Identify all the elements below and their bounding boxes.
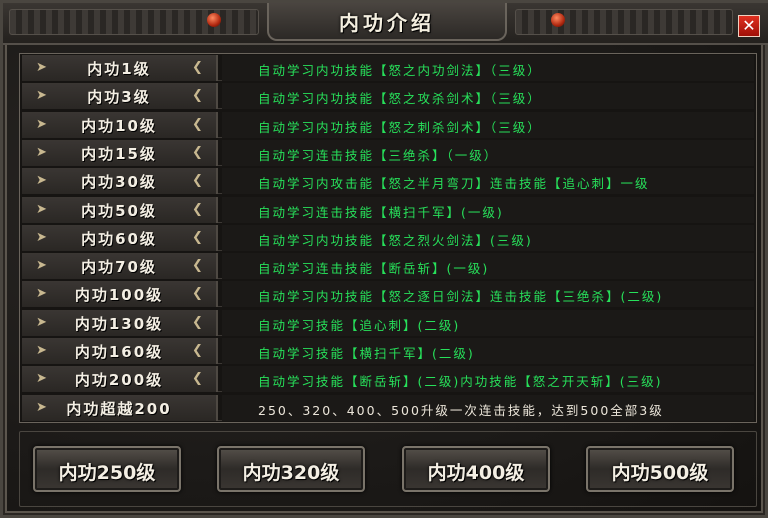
skill-level-table: ➤ 内功1级 ❮ 自动学习内功技能【怒之内功剑法】（三级） ➤ 内功3级 ❮ 自动学习内功技能… [19, 53, 757, 423]
level-cell: ➤ 内功130级 ❮ [22, 309, 218, 336]
description-cell: 自动学习连击技能【断岳斩】(一级) [222, 253, 754, 280]
arrow-left-icon: ❮ [192, 60, 203, 75]
level-label: 内功1级 [87, 60, 151, 78]
description-cell: 自动学习技能【断岳斩】(二级)内功技能【怒之开天斩】(三级) [222, 366, 754, 393]
skill-description: 自动学习连击技能【三绝杀】（一级） [258, 147, 499, 163]
level-label: 内功60级 [81, 229, 157, 248]
arrow-left-icon: ❮ [192, 258, 203, 274]
level-label: 内功200级 [74, 371, 164, 390]
description-cell: 自动学习技能【追心刺】(二级) [222, 309, 754, 336]
arrow-left-icon: ❮ [192, 201, 203, 217]
level-cell: ➤ 内功15级 ❮ [22, 139, 218, 166]
table-row: ➤ 内功130级 ❮ 自动学习技能【追心刺】(二级) [22, 309, 754, 336]
level-500-button[interactable]: 内功500级 [586, 446, 734, 492]
level-cell: ➤ 内功30级 ❮ [22, 168, 218, 195]
skill-description: 自动学习内功技能【怒之内功剑法】（三级） [258, 63, 542, 78]
level-label: 内功130级 [74, 314, 164, 333]
arrow-left-icon: ❮ [192, 229, 203, 245]
skill-description: 250、320、400、500升级一次连击技能，达到500全部3级 [258, 402, 664, 418]
arrow-left-icon: ❮ [192, 116, 203, 132]
arrow-left-icon: ❮ [192, 286, 203, 302]
description-cell: 自动学习技能【横扫千军】(二级) [222, 338, 754, 364]
arrow-left-icon: ❮ [192, 173, 203, 189]
red-gem-icon [207, 13, 221, 27]
description-cell: 自动学习内功技能【怒之刺杀剑术】（三级） [222, 111, 754, 138]
level-cell: ➤ 内功200级 ❮ [22, 366, 218, 393]
arrow-left-icon: ❮ [192, 371, 203, 387]
level-cell: ➤ 内功160级 ❮ [22, 338, 218, 364]
arrow-left-icon: ❮ [192, 88, 203, 104]
description-cell: 自动学习内功技能【怒之逐日剑法】连击技能【三绝杀】(二级) [222, 281, 754, 308]
level-250-button[interactable]: 内功250级 [33, 446, 181, 492]
table-row: ➤ 内功15级 ❮ 自动学习连击技能【三绝杀】（一级） [22, 139, 754, 166]
level-label: 内功70级 [81, 258, 157, 277]
level-label: 内功30级 [81, 173, 157, 192]
button-label: 内功400级 [427, 462, 525, 484]
skill-description: 自动学习连击技能【断岳斩】(一级) [258, 261, 490, 277]
description-cell: 自动学习连击技能【横扫千军】(一级) [222, 196, 754, 223]
red-gem-icon [551, 13, 565, 27]
table-row: ➤ 内功50级 ❮ 自动学习连击技能【横扫千军】(一级) [22, 196, 754, 223]
level-label: 内功50级 [81, 201, 157, 220]
skill-description: 自动学习技能【横扫千军】(二级) [258, 346, 475, 361]
description-cell: 自动学习连击技能【三绝杀】（一级） [222, 139, 754, 166]
button-label: 内功250级 [58, 462, 156, 484]
skill-description: 自动学习技能【追心刺】(二级) [258, 317, 461, 333]
level-cell: ➤ 内功1级 ❮ [22, 55, 218, 81]
button-label: 内功320级 [242, 462, 340, 484]
skill-intro-window: 内功介绍 ✕ ➤ 内功1级 ❮ 自动学习内功技能【怒之内功剑法】（三级） ➤ 内功3级 ❮ 自… [0, 0, 768, 518]
level-cell: ➤ 内功3级 ❮ [22, 83, 218, 110]
table-row: ➤ 内功30级 ❮ 自动学习内攻击能【怒之半月弯刀】连击技能【追心刺】一级 [22, 167, 754, 195]
level-cell: ➤ 内功70级 ❮ [22, 253, 218, 280]
description-cell: 250、320、400、500升级一次连击技能，达到500全部3级 [222, 394, 754, 421]
arrow-left-icon: ❮ [192, 144, 203, 160]
level-label: 内功15级 [81, 144, 157, 163]
level-cell: ➤ 内功100级 ❮ [22, 281, 218, 308]
table-row: ➤ 内功1级 ❮ 自动学习内功技能【怒之内功剑法】（三级） [22, 54, 754, 81]
level-cell: ➤ 内功50级 ❮ [22, 196, 218, 223]
skill-description: 自动学习内攻击能【怒之半月弯刀】连击技能【追心刺】一级 [258, 176, 650, 192]
table-row: ➤ 内功超越200 250、320、400、500升级一次连击技能，达到500全部3… [22, 394, 754, 421]
button-label: 内功500级 [611, 462, 709, 484]
level-400-button[interactable]: 内功400级 [402, 446, 550, 492]
skill-description: 自动学习连击技能【横扫千军】(一级) [258, 204, 504, 220]
window-title: 内功介绍 [339, 11, 435, 35]
title-ornament-right [515, 9, 733, 35]
table-row: ➤ 内功160级 ❮ 自动学习技能【横扫千军】(二级) [22, 337, 754, 364]
level-cell: ➤ 内功超越200 [22, 394, 218, 421]
skill-description: 自动学习内功技能【怒之逐日剑法】连击技能【三绝杀】(二级) [258, 289, 664, 305]
level-label: 内功10级 [81, 116, 157, 135]
arrow-left-icon: ❮ [192, 314, 203, 330]
description-cell: 自动学习内功技能【怒之攻杀剑术】（三级） [222, 83, 754, 110]
skill-description: 自动学习技能【断岳斩】(二级)内功技能【怒之开天斩】(三级) [258, 374, 663, 390]
description-cell: 自动学习内功技能【怒之内功剑法】（三级） [222, 55, 754, 81]
level-label: 内功160级 [74, 343, 164, 361]
table-row: ➤ 内功70级 ❮ 自动学习连击技能【断岳斩】(一级) [22, 252, 754, 280]
level-label: 内功超越200 [66, 399, 172, 418]
table-row: ➤ 内功60级 ❮ 自动学习内功技能【怒之烈火剑法】(三级) [22, 224, 754, 251]
level-320-button[interactable]: 内功320级 [217, 446, 365, 492]
table-row: ➤ 内功3级 ❮ 自动学习内功技能【怒之攻杀剑术】（三级） [22, 82, 754, 110]
skill-description: 自动学习内功技能【怒之烈火剑法】(三级) [258, 232, 533, 248]
close-button[interactable]: ✕ [738, 15, 760, 37]
title-ornament-left [9, 9, 259, 35]
arrow-left-icon: ❮ [192, 343, 203, 358]
level-cell: ➤ 内功60级 ❮ [22, 224, 218, 251]
title-plate: 内功介绍 [267, 3, 507, 41]
skill-description: 自动学习内功技能【怒之攻杀剑术】（三级） [258, 91, 542, 107]
skill-description: 自动学习内功技能【怒之刺杀剑术】（三级） [258, 119, 542, 135]
level-label: 内功100级 [74, 286, 164, 305]
table-row: ➤ 内功10级 ❮ 自动学习内功技能【怒之刺杀剑术】（三级） [22, 111, 754, 138]
table-row: ➤ 内功100级 ❮ 自动学习内功技能【怒之逐日剑法】连击技能【三绝杀】(二级) [22, 280, 754, 308]
description-cell: 自动学习内攻击能【怒之半月弯刀】连击技能【追心刺】一级 [222, 168, 754, 195]
level-label: 内功3级 [87, 88, 151, 107]
description-cell: 自动学习内功技能【怒之烈火剑法】(三级) [222, 224, 754, 251]
title-bar: 内功介绍 ✕ [3, 3, 768, 45]
table-row: ➤ 内功200级 ❮ 自动学习技能【断岳斩】(二级)内功技能【怒之开天斩】(三级) [22, 365, 754, 393]
level-cell: ➤ 内功10级 ❮ [22, 111, 218, 138]
